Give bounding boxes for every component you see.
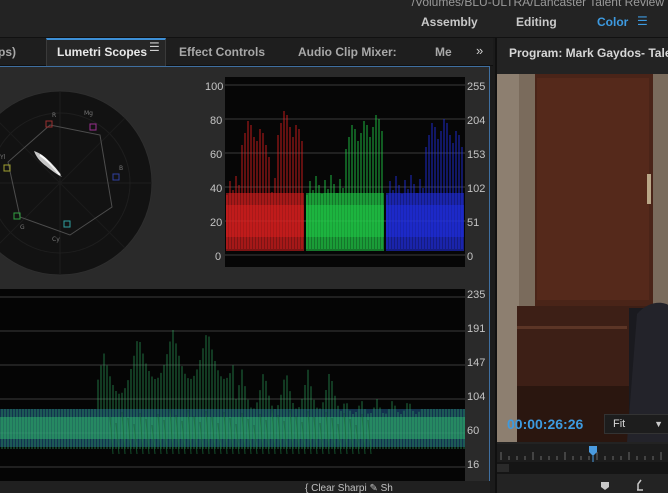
parade-right-255: 255 (467, 81, 486, 93)
waveform-scale-16: 16 (467, 459, 480, 471)
parade-channel-blue (386, 119, 464, 251)
parade-left-100: 100 (205, 81, 224, 93)
workspace-menu-icon[interactable]: ☰ (637, 14, 648, 28)
tab-audio-clip-mixer[interactable]: Audio Clip Mixer: (298, 38, 397, 66)
playhead-timecode[interactable]: 00:00:26:26 (507, 416, 583, 432)
waveform-scale-104: 104 (467, 391, 486, 403)
waveform-scale-235: 235 (467, 289, 486, 301)
playhead-icon[interactable] (589, 446, 597, 456)
workspace-bar: /Volumes/BLU-ULTRA/Lancaster Talent Revi… (0, 0, 668, 38)
program-time-ruler[interactable] (497, 444, 668, 474)
parade-right-204: 204 (467, 115, 486, 127)
in-point-icon[interactable] (637, 479, 643, 491)
bottom-toolbar (0, 481, 490, 493)
bottom-tools-label[interactable]: { Clear Sharpi ✎ Sh (305, 483, 393, 493)
rgb-parade (225, 77, 465, 267)
panel-tab-bar: ps) Lumetri Scopes Effect Controls Audio… (0, 38, 493, 66)
lumetri-scopes-panel: R Mg B Cy G Yl 100 80 60 40 20 0 255 204… (0, 66, 490, 493)
parade-left-40: 40 (210, 183, 223, 195)
waveform-scale-191: 191 (467, 323, 486, 335)
tab-partial[interactable]: ps) (0, 38, 16, 66)
parade-channel-red (226, 111, 304, 251)
vector-label-g: G (20, 224, 25, 231)
vector-label-b: B (119, 165, 123, 172)
parade-right-0: 0 (467, 251, 474, 263)
workspace-tab-assembly[interactable]: Assembly (421, 15, 478, 29)
zoom-fit-select[interactable]: Fit ▼ (604, 414, 668, 434)
workspace-tab-color[interactable]: Color (597, 15, 628, 29)
parade-right-102: 102 (467, 183, 486, 195)
vector-label-r: R (52, 112, 56, 119)
vector-label-mg: Mg (84, 110, 93, 117)
tab-metadata[interactable]: Me (435, 38, 452, 66)
program-monitor: Program: Mark Gaydos- Talent 00:00:26:26… (495, 38, 668, 493)
parade-right-51: 51 (467, 217, 480, 229)
vectorscope: R Mg B Cy G Yl (0, 67, 200, 279)
panel-menu-icon[interactable]: ☰ (149, 40, 160, 54)
program-video-frame (497, 74, 668, 442)
marker-icon[interactable] (601, 482, 609, 490)
vector-label-yl: Yl (0, 154, 6, 161)
parade-channel-green (306, 115, 384, 251)
parade-left-20: 20 (210, 217, 223, 229)
program-controls (497, 478, 668, 493)
parade-right-153: 153 (467, 149, 486, 161)
tab-effect-controls[interactable]: Effect Controls (179, 38, 265, 66)
program-monitor-title[interactable]: Program: Mark Gaydos- Talent (509, 46, 668, 60)
vector-label-cy: Cy (52, 236, 60, 243)
parade-left-0: 0 (215, 251, 222, 263)
project-path: /Volumes/BLU-ULTRA/Lancaster Talent Revi… (411, 0, 664, 9)
luma-waveform (0, 289, 465, 489)
workspace-tab-editing[interactable]: Editing (516, 15, 557, 29)
parade-left-60: 60 (210, 149, 223, 161)
tab-lumetri-scopes[interactable]: Lumetri Scopes (46, 38, 166, 66)
waveform-scale-60: 60 (467, 425, 480, 437)
fit-select-value: Fit (613, 418, 626, 430)
dropdown-caret-icon: ▼ (654, 419, 663, 429)
overflow-chevrons-icon[interactable]: » (476, 43, 483, 58)
waveform-scale-147: 147 (467, 357, 486, 369)
waveform-trace-spikes (1, 329, 465, 455)
parade-left-80: 80 (210, 115, 223, 127)
